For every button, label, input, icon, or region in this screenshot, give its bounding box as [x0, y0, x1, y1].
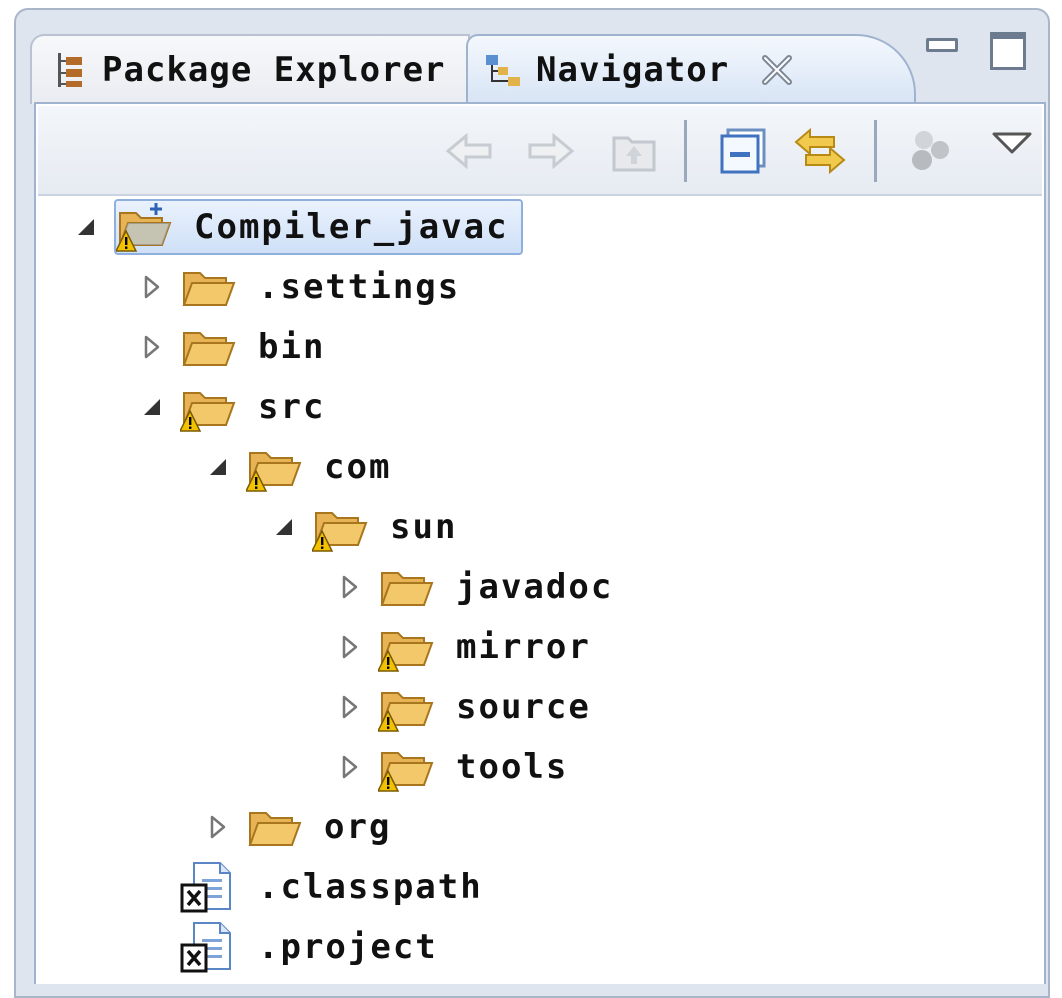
view-toolbar [38, 106, 1042, 196]
project-folder-warning-icon [114, 201, 174, 253]
forward-icon[interactable] [522, 126, 578, 176]
navigator-icon [484, 51, 522, 89]
tree-item-label: org [324, 807, 392, 847]
toolbar-separator [684, 120, 687, 182]
expand-arrow-icon[interactable] [334, 631, 366, 663]
tree-item-content: org [246, 801, 397, 853]
tree-item-mirror[interactable]: mirror [334, 619, 597, 675]
tree-item-content: src [178, 381, 331, 433]
tree-item-content: bin [180, 321, 331, 373]
tree-item-javadoc[interactable]: javadoc [334, 559, 619, 615]
package-explorer-icon [50, 51, 88, 89]
tree-item-project[interactable]: .project [136, 919, 444, 975]
folder-warning-icon [244, 441, 304, 493]
tree-item-label: Compiler_javac [194, 207, 509, 247]
tree-item-classpath[interactable]: .classpath [136, 859, 489, 915]
tree-item-content: com [244, 441, 397, 493]
expand-arrow-icon[interactable] [334, 691, 366, 723]
collapse-all-icon[interactable] [718, 126, 774, 176]
tree-item-tools[interactable]: tools [334, 739, 574, 795]
back-icon[interactable] [442, 126, 498, 176]
tree-item-compiler-javac[interactable]: Compiler_javac [70, 199, 523, 255]
collapse-arrow-icon[interactable] [136, 391, 168, 423]
view-menu-icon[interactable] [984, 122, 1040, 172]
xml-file-icon [180, 921, 238, 973]
tree-item-org[interactable]: org [202, 799, 397, 855]
tree-item-label: com [324, 447, 392, 487]
collapse-arrow-icon[interactable] [70, 211, 102, 243]
tree-item-label: javadoc [456, 567, 614, 607]
tree-item-content: javadoc [378, 561, 619, 613]
tree-item-content: .settings [180, 261, 466, 313]
link-with-editor-icon[interactable] [792, 126, 848, 176]
tree-item-label: tools [456, 747, 569, 787]
maximize-button[interactable] [990, 32, 1026, 70]
folder-icon [180, 321, 238, 373]
xml-file-icon [180, 861, 238, 913]
expand-arrow-icon[interactable] [334, 751, 366, 783]
tree-item-label: sun [390, 507, 458, 547]
expand-arrow-icon[interactable] [136, 271, 168, 303]
tree-item-com[interactable]: com [202, 439, 397, 495]
minimize-button[interactable] [926, 38, 958, 52]
folder-warning-icon [376, 741, 436, 793]
tree-item-content: mirror [376, 621, 597, 673]
tree-item-settings[interactable]: .settings [136, 259, 466, 315]
tree-item-content: .project [180, 921, 444, 973]
expand-arrow-icon[interactable] [136, 331, 168, 363]
resource-tree: Compiler_javac .settings bin src com sun javad… [36, 196, 1044, 986]
tree-item-label: .settings [258, 267, 461, 307]
tree-item-content: tools [376, 741, 574, 793]
tree-item-sun[interactable]: sun [268, 499, 463, 555]
folder-warning-icon [310, 501, 370, 553]
close-icon[interactable] [759, 52, 795, 88]
tree-item-source[interactable]: source [334, 679, 597, 735]
tab-navigator[interactable]: Navigator [466, 34, 916, 104]
view-tab-strip: Package Explorer Navigator [30, 14, 1048, 104]
tree-item-label: .project [258, 927, 438, 967]
expand-arrow-icon[interactable] [202, 811, 234, 843]
tree-item-content: source [376, 681, 597, 733]
tree-item-content: .classpath [180, 861, 489, 913]
tree-item-content: Compiler_javac [114, 199, 523, 255]
collapse-arrow-icon[interactable] [202, 451, 234, 483]
working-sets-icon[interactable] [904, 126, 960, 176]
collapse-arrow-icon[interactable] [268, 511, 300, 543]
tree-item-content: sun [310, 501, 463, 553]
tree-item-bin[interactable]: bin [136, 319, 331, 375]
tab-package-explorer[interactable]: Package Explorer [30, 34, 470, 104]
toolbar-separator [874, 120, 877, 182]
expand-arrow-icon[interactable] [334, 571, 366, 603]
folder-warning-icon [376, 621, 436, 673]
tree-item-label: mirror [456, 627, 591, 667]
tab-label: Navigator [536, 50, 730, 90]
tree-item-label: source [456, 687, 591, 727]
tree-item-label: src [258, 387, 326, 427]
folder-warning-icon [376, 681, 436, 733]
navigator-panel: Compiler_javac .settings bin src com sun javad… [34, 102, 1046, 984]
folder-warning-icon [178, 381, 238, 433]
tree-item-label: .classpath [258, 867, 483, 907]
tree-item-label: bin [258, 327, 326, 367]
up-icon[interactable] [606, 126, 662, 176]
tree-item-src[interactable]: src [136, 379, 331, 435]
folder-icon [246, 801, 304, 853]
tab-label: Package Explorer [102, 50, 446, 90]
folder-icon [378, 561, 436, 613]
folder-icon [180, 261, 238, 313]
